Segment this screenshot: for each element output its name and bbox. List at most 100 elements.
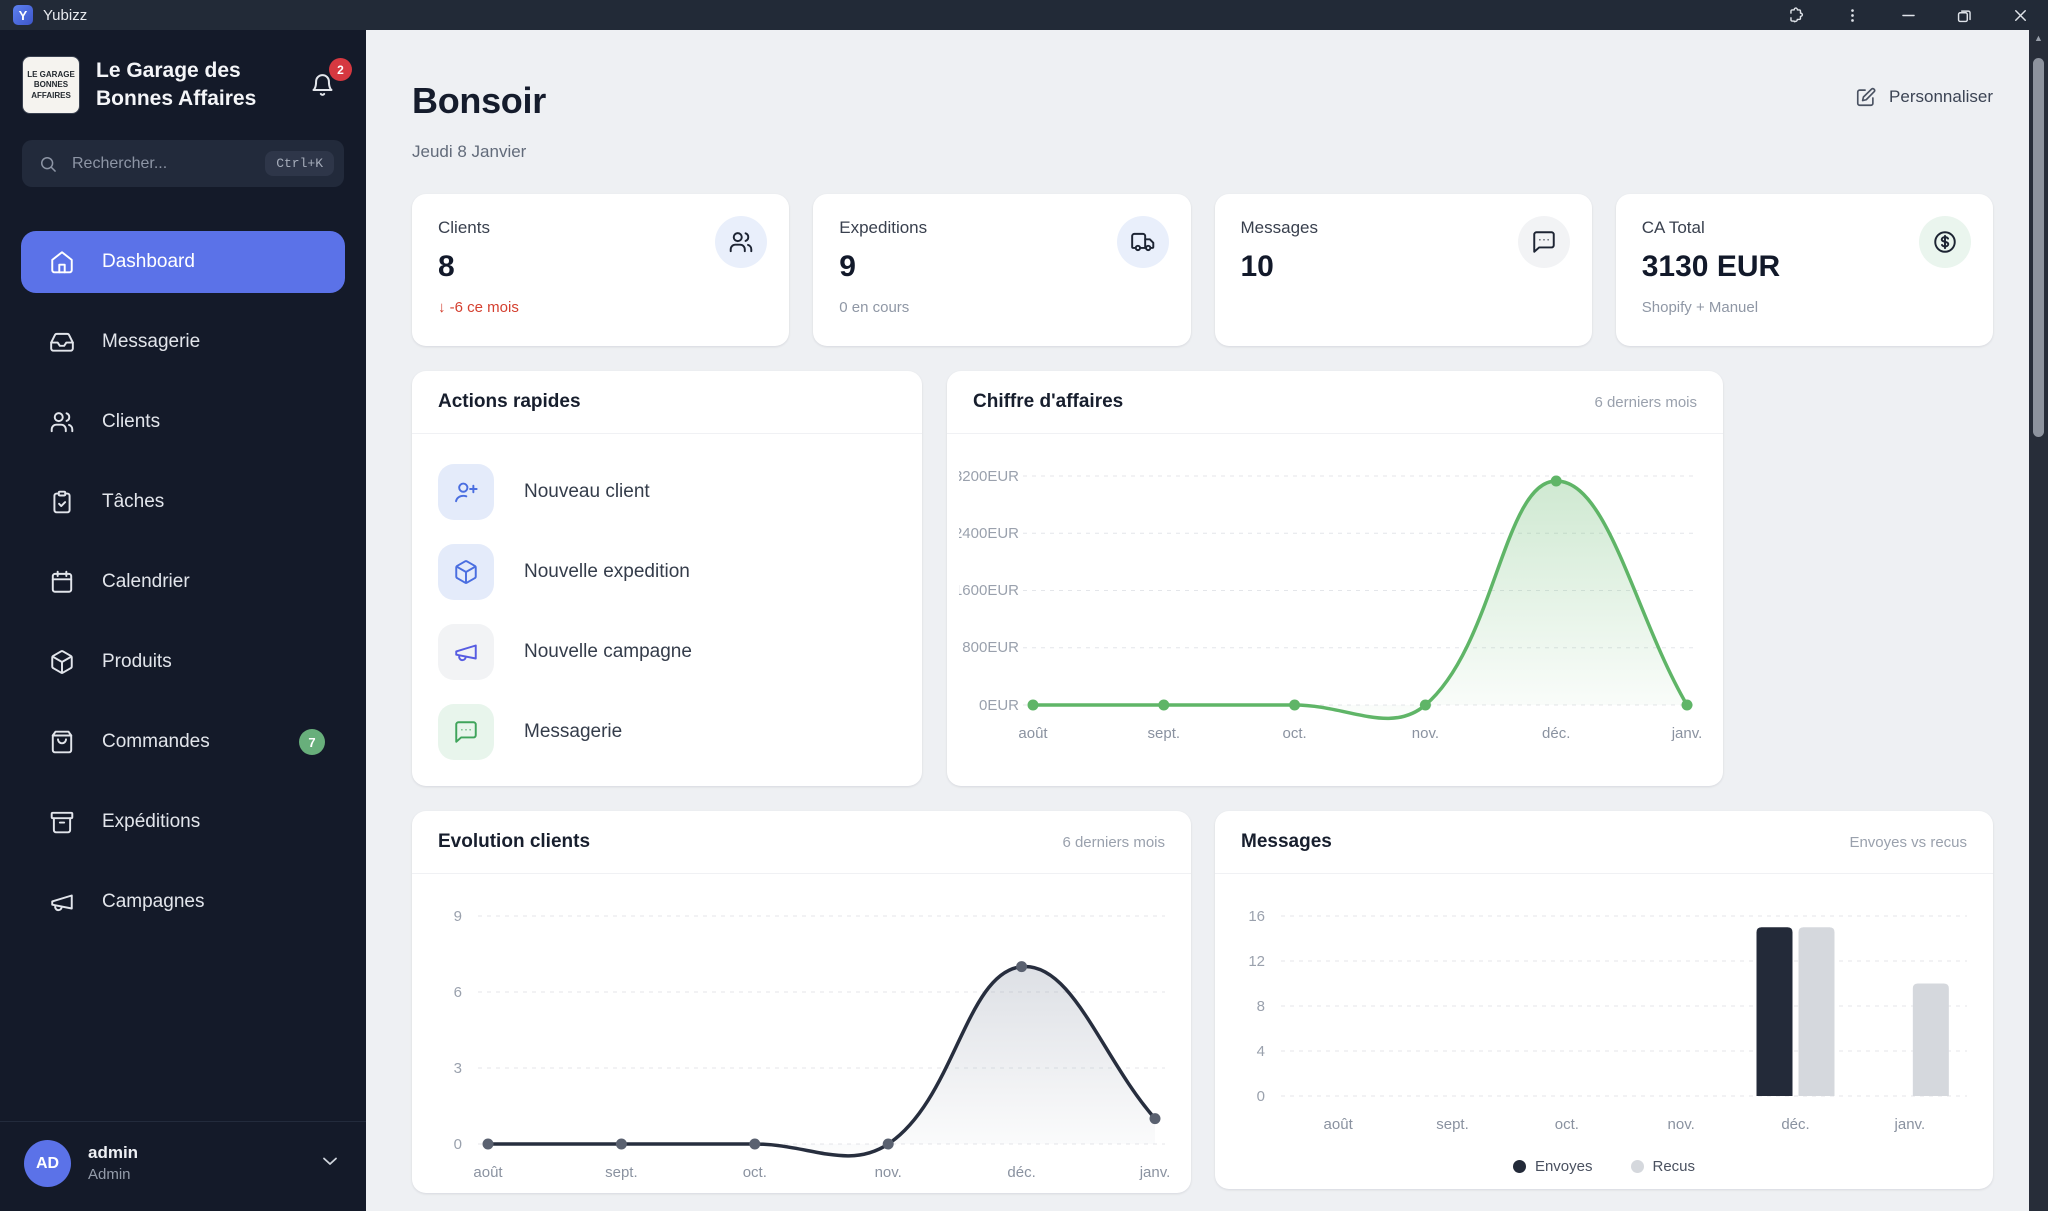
- user-name: admin: [88, 1142, 138, 1163]
- clients-chart: 9630 aoûtsept.oct.nov.déc.janv.: [412, 874, 1191, 1186]
- revenue-chart-card: Chiffre d'affaires 6 derniers mois 3200E…: [947, 371, 1723, 786]
- scrollbar-thumb[interactable]: [2033, 58, 2044, 437]
- customize-button[interactable]: Personnaliser: [1855, 86, 1993, 108]
- x-tick-label: janv.: [1672, 725, 1703, 742]
- extensions-icon[interactable]: [1768, 0, 1824, 30]
- edit-icon: [1855, 86, 1877, 108]
- search-input[interactable]: Rechercher... Ctrl+K: [22, 140, 344, 187]
- brand-logo: LE GARAGE BONNES AFFAIRES: [22, 56, 80, 114]
- sidebar-item-campagnes[interactable]: Campagnes: [21, 871, 345, 933]
- revenue-chart: 3200EUR2400EUR1600EUR800EUR0EUR aoûtsept…: [947, 434, 1723, 747]
- y-tick-label: 8: [1235, 996, 1265, 1016]
- sidebar-nav: Dashboard Messagerie Clients Tâches Cale…: [0, 231, 366, 951]
- inbox-icon: [49, 329, 75, 355]
- x-tick-label: nov.: [1412, 725, 1439, 742]
- browser-menu-icon[interactable]: [1824, 0, 1880, 30]
- legend-dot: [1631, 1160, 1644, 1173]
- main-content: Bonsoir Jeudi 8 Janvier Personnaliser Cl…: [366, 30, 2029, 1211]
- x-tick-label: oct.: [1555, 1116, 1579, 1133]
- x-tick-label: nov.: [875, 1164, 902, 1181]
- stat-card-messages[interactable]: Messages 10: [1215, 194, 1592, 346]
- y-tick-label: 6: [432, 982, 462, 1002]
- y-tick-label: 800EUR: [959, 638, 1019, 658]
- stat-card-clients[interactable]: Clients 8 ↓ -6 ce mois: [412, 194, 789, 346]
- sidebar: LE GARAGE BONNES AFFAIRES Le Garage des …: [0, 30, 366, 1211]
- vertical-scrollbar[interactable]: ▲: [2029, 30, 2048, 1211]
- titlebar-controls: [1768, 0, 2048, 30]
- scroll-up-icon[interactable]: ▲: [2029, 33, 2048, 43]
- brand-logo-text: AFFAIRES: [31, 91, 71, 100]
- x-tick-label: oct.: [1283, 725, 1307, 742]
- sidebar-item-expeditions[interactable]: Expéditions: [21, 791, 345, 853]
- stat-card-ca-total[interactable]: CA Total 3130 EUR Shopify + Manuel: [1616, 194, 1993, 346]
- sidebar-item-clients[interactable]: Clients: [21, 391, 345, 453]
- close-button[interactable]: [1992, 0, 2048, 30]
- titlebar: Y Yubizz: [0, 0, 2048, 30]
- y-axis: 9630: [432, 908, 478, 1152]
- restore-button[interactable]: [1936, 0, 1992, 30]
- sidebar-item-label: Clients: [102, 411, 160, 433]
- sidebar-item-produits[interactable]: Produits: [21, 631, 345, 693]
- card-title: Evolution clients: [438, 831, 590, 853]
- package-icon: [49, 649, 75, 675]
- y-tick-label: 3: [432, 1058, 462, 1078]
- chart-plot: aoûtsept.oct.nov.déc.janv.: [1281, 908, 1967, 1138]
- action-nouvelle-campagne[interactable]: Nouvelle campagne: [438, 624, 896, 680]
- sidebar-item-messagerie[interactable]: Messagerie: [21, 311, 345, 373]
- stat-value: 9: [839, 250, 1164, 284]
- legend-label: Recus: [1653, 1158, 1696, 1175]
- x-axis: aoûtsept.oct.nov.déc.janv.: [478, 1152, 1165, 1186]
- notifications-button[interactable]: 2: [309, 66, 344, 104]
- chart-plot: aoûtsept.oct.nov.déc.janv.: [1023, 468, 1697, 747]
- minimize-button[interactable]: [1880, 0, 1936, 30]
- x-axis: aoûtsept.oct.nov.déc.janv.: [1281, 1104, 1967, 1138]
- y-tick-label: 1600EUR: [959, 581, 1019, 601]
- window-title: Yubizz: [43, 7, 87, 24]
- card-subtitle: 6 derniers mois: [1594, 394, 1697, 411]
- action-label: Nouvelle campagne: [524, 641, 692, 663]
- shopping-bag-icon: [49, 729, 75, 755]
- stat-value: 10: [1241, 250, 1566, 284]
- y-axis: 1612840: [1235, 908, 1281, 1104]
- sidebar-item-label: Campagnes: [102, 891, 204, 913]
- page-date: Jeudi 8 Janvier: [412, 142, 546, 162]
- stat-value: 8: [438, 250, 763, 284]
- y-tick-label: 4: [1235, 1041, 1265, 1061]
- chevron-down-icon: [318, 1149, 342, 1178]
- x-tick-label: août: [1324, 1116, 1353, 1133]
- sidebar-item-label: Expéditions: [102, 811, 200, 833]
- stat-label: Expeditions: [839, 218, 1164, 238]
- action-nouveau-client[interactable]: Nouveau client: [438, 464, 896, 520]
- stat-sub: 0 en cours: [839, 299, 1164, 316]
- sidebar-item-calendrier[interactable]: Calendrier: [21, 551, 345, 613]
- y-axis: 3200EUR2400EUR1600EUR800EUR0EUR: [959, 468, 1023, 713]
- action-nouvelle-expedition[interactable]: Nouvelle expedition: [438, 544, 896, 600]
- sidebar-item-taches[interactable]: Tâches: [21, 471, 345, 533]
- megaphone-icon: [438, 624, 494, 680]
- user-meta: admin Admin: [88, 1142, 138, 1185]
- x-tick-label: sept.: [1148, 725, 1181, 742]
- action-label: Nouvelle expedition: [524, 561, 690, 583]
- y-tick-label: 2400EUR: [959, 523, 1019, 543]
- brand-name: Le Garage des Bonnes Affaires: [96, 57, 293, 113]
- sidebar-item-dashboard[interactable]: Dashboard: [21, 231, 345, 293]
- y-tick-label: 0: [432, 1134, 462, 1154]
- x-tick-label: janv.: [1895, 1116, 1926, 1133]
- x-tick-label: août: [473, 1164, 502, 1181]
- stat-card-expeditions[interactable]: Expeditions 9 0 en cours: [813, 194, 1190, 346]
- brand-logo-text: BONNES: [34, 80, 68, 89]
- quick-actions-header: Actions rapides: [412, 371, 922, 434]
- brand-logo-text: LE GARAGE: [27, 70, 75, 79]
- user-menu[interactable]: AD admin Admin: [0, 1121, 366, 1211]
- legend-dot: [1513, 1160, 1526, 1173]
- legend-item-recus: Recus: [1631, 1158, 1696, 1175]
- user-role: Admin: [88, 1166, 138, 1185]
- dollar-icon: [1919, 216, 1971, 268]
- y-tick-label: 0EUR: [959, 695, 1019, 715]
- sidebar-item-label: Produits: [102, 651, 172, 673]
- x-tick-label: sept.: [605, 1164, 638, 1181]
- x-tick-label: août: [1018, 725, 1047, 742]
- stat-label: Clients: [438, 218, 763, 238]
- action-messagerie[interactable]: Messagerie: [438, 704, 896, 760]
- sidebar-item-commandes[interactable]: Commandes 7: [21, 711, 345, 773]
